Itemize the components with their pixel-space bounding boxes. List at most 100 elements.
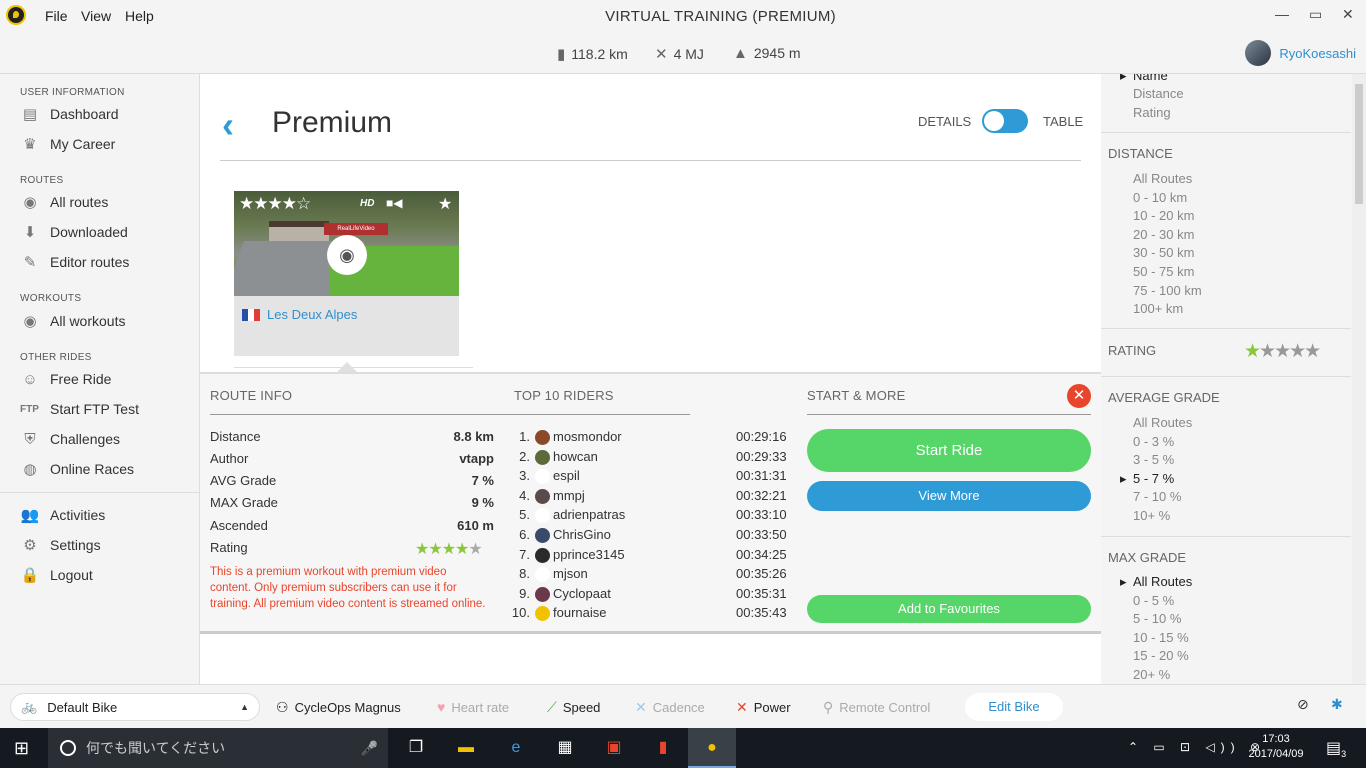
user-profile-link[interactable]: RyoKoesashi [1245,40,1356,66]
filter-option[interactable]: 50 - 75 km [1133,264,1194,279]
windows-start-icon[interactable]: ⊞ [14,738,29,759]
rider-time: 00:33:50 [736,527,787,542]
filter-option[interactable]: 0 - 3 % [1133,434,1174,449]
store-icon[interactable]: ▦ [553,736,577,760]
filter-option[interactable]: 5 - 7 % [1120,471,1174,487]
route-name[interactable]: Les Deux Alpes [267,307,357,322]
filter-option[interactable]: 10 - 15 % [1133,630,1189,645]
sidebar-item-online-races[interactable]: ◍ Online Races [20,458,134,480]
edge-browser-icon[interactable]: e [504,736,528,760]
sidebar-item-all-workouts[interactable]: ◉ All workouts [20,310,125,332]
remote-control-sensor[interactable]: ⚲ Remote Control [823,699,930,716]
sidebar-item-free-ride[interactable]: ☺ Free Ride [20,368,111,390]
rider-avatar [535,586,550,602]
filter-option[interactable]: 20 - 30 km [1133,227,1194,242]
rider-time: 00:34:25 [736,546,787,562]
filter-panel: Name Distance Rating DISTANCE All Routes… [1101,74,1351,684]
speed-sensor[interactable]: ⟋ Speed [547,699,600,716]
avatar [1245,40,1272,66]
bluetooth-icon[interactable]: ✱ [1331,696,1343,713]
filter-option[interactable]: 5 - 10 % [1133,611,1181,626]
route-info-value: 8.8 km [453,429,494,444]
rating-filter-header: RATING [1108,343,1157,358]
rider-avatar [535,449,550,465]
filter-option[interactable]: All Routes [1120,574,1192,590]
sidebar-item-editor-routes[interactable]: ✎ Editor routes [20,251,130,273]
minimize-button[interactable]: — [1275,6,1289,22]
page-title: Premium [272,106,393,139]
filter-option[interactable]: 100+ km [1133,301,1183,316]
edit-bike-button[interactable]: Edit Bike [965,693,1063,721]
rider-time: 00:29:33 [736,448,787,464]
power-sensor[interactable]: ✕ Power [736,699,791,716]
filter-option[interactable]: 7 - 10 % [1133,489,1181,504]
scrollbar-thumb[interactable] [1355,84,1363,204]
max-grade-filter-header: MAX GRADE [1108,550,1187,565]
sidebar-item-activities[interactable]: 👥 Activities [20,504,106,526]
favourite-star-icon[interactable]: ★ [438,194,452,214]
filter-option[interactable]: 0 - 5 % [1133,593,1174,608]
microphone-icon[interactable]: 🎤 [361,740,378,757]
filter-option[interactable]: 20+ % [1133,667,1170,682]
start-ride-button[interactable]: Start Ride [807,429,1091,472]
filter-option[interactable]: 30 - 50 km [1133,245,1194,260]
filter-option[interactable]: All Routes [1133,415,1192,430]
route-card[interactable]: RealLifeVideo ★★★★☆ HD ■◀ ★ ◉ Les Deux A… [234,191,459,356]
heart-rate-sensor[interactable]: ♥ Heart rate [437,699,509,715]
sort-option-name[interactable]: Name [1120,74,1168,84]
view-more-button[interactable]: View More [807,481,1091,511]
filter-divider [1101,376,1351,377]
sidebar-item-challenges[interactable]: ⛨ Challenges [20,428,120,450]
sort-option-distance[interactable]: Distance [1133,86,1184,101]
file-explorer-icon[interactable]: ▬ [454,736,478,760]
sidebar-item-dashboard[interactable]: ▤ Dashboard [20,103,119,125]
filter-option[interactable]: 10 - 20 km [1133,208,1194,223]
rating-filter-stars[interactable]: ★★★★★ [1244,340,1321,363]
filter-option[interactable]: 3 - 5 % [1133,452,1174,467]
filter-option[interactable]: All Routes [1133,171,1192,186]
remote-icon: ⚲ [823,699,834,715]
bike-select[interactable]: 🚲 Default Bike ▲ [10,693,260,721]
active-app-tile[interactable]: ● [688,728,736,768]
sidebar-item-logout[interactable]: 🔒 Logout [20,564,93,586]
filter-option[interactable]: 10+ % [1133,508,1170,523]
route-thumbnail[interactable]: RealLifeVideo ★★★★☆ HD ■◀ ★ ◉ [234,191,459,296]
taskbar-search-box[interactable]: 何でも聞いてください 🎤 [48,728,388,768]
sidebar-item-downloaded[interactable]: ⬇ Downloaded [20,221,128,243]
dropdown-arrow-icon: ▲ [240,702,249,712]
selection-caret [337,362,357,372]
cadence-sensor[interactable]: ✕ Cadence [635,699,705,716]
taskbar-clock[interactable]: 17:03 2017/04/09 [1245,732,1307,762]
notification-center-icon[interactable]: ▤3 [1326,738,1346,759]
sidebar-section-user-info: USER INFORMATION [20,87,125,98]
sidebar-item-ftp-test[interactable]: FTP Start FTP Test [20,398,139,420]
trainer-sensor[interactable]: ⚇ CycleOps Magnus [276,699,401,716]
rider-rank: 1. [519,429,530,444]
rider-avatar [535,547,550,563]
no-ant-icon[interactable]: ⊘ [1297,696,1309,713]
reader-app-icon[interactable]: ▣ [602,736,626,760]
filter-option[interactable]: 75 - 100 km [1133,283,1202,298]
cadence-icon: ✕ [635,699,647,715]
filter-option[interactable]: 15 - 20 % [1133,648,1189,663]
task-view-icon[interactable]: ❐ [404,736,428,760]
add-to-favourites-button[interactable]: Add to Favourites [807,595,1091,623]
rider-time: 00:31:31 [736,468,787,484]
sort-option-rating[interactable]: Rating [1133,105,1171,120]
route-info-label: AVG Grade [210,473,277,488]
table-view-label[interactable]: TABLE [1043,114,1083,129]
rider-avatar [535,508,550,524]
close-window-button[interactable]: ✕ [1342,6,1354,23]
close-panel-button[interactable]: ✕ [1067,384,1091,408]
stream-icon[interactable]: ◉ [327,235,367,275]
sidebar-item-settings[interactable]: ⚙ Settings [20,534,100,556]
view-toggle-switch[interactable] [982,109,1028,133]
filter-scrollbar[interactable] [1352,74,1366,684]
back-chevron-icon[interactable]: ‹ [222,104,234,146]
filter-option[interactable]: 0 - 10 km [1133,190,1187,205]
restore-button[interactable]: ▭ [1309,6,1322,23]
sidebar-item-career[interactable]: ♛ My Career [20,133,115,155]
powerpoint-icon[interactable]: ▮ [651,736,675,760]
details-view-label[interactable]: DETAILS [918,114,971,129]
sidebar-item-all-routes[interactable]: ◉ All routes [20,191,108,213]
